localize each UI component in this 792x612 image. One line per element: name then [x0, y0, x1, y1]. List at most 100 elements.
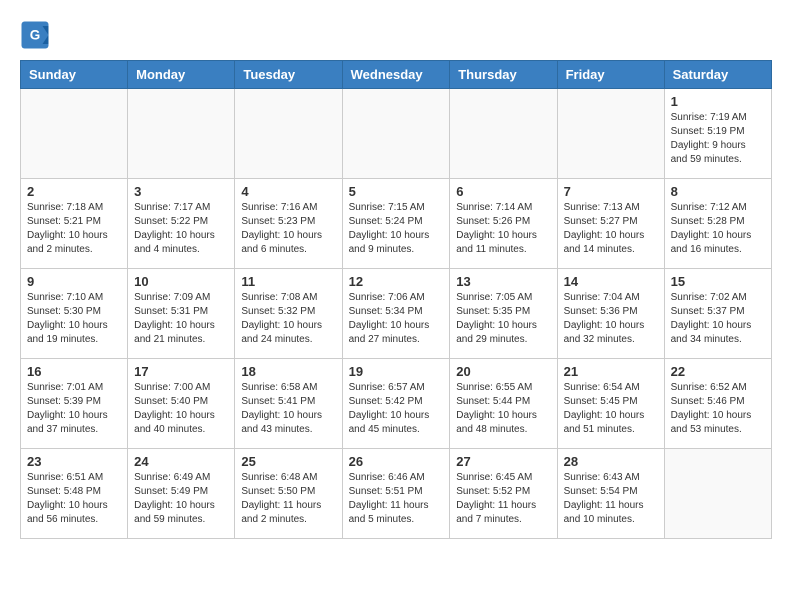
day-info: Sunrise: 6:54 AM Sunset: 5:45 PM Dayligh…: [564, 381, 658, 437]
day-info: Sunrise: 7:14 AM Sunset: 5:26 PM Dayligh…: [456, 201, 550, 257]
calendar-week-row: 23 Sunrise: 6:51 AM Sunset: 5:48 PM Dayli…: [21, 449, 772, 539]
day-of-week-header: Friday: [557, 61, 664, 89]
calendar-cell: 4 Sunrise: 7:16 AM Sunset: 5:23 PM Daylig…: [235, 179, 342, 269]
days-of-week-row: SundayMondayTuesdayWednesdayThursdayFrid…: [21, 61, 772, 89]
day-number: 3: [134, 184, 228, 199]
day-info: Sunrise: 6:48 AM Sunset: 5:50 PM Dayligh…: [241, 471, 335, 527]
day-info: Sunrise: 6:49 AM Sunset: 5:49 PM Dayligh…: [134, 471, 228, 527]
day-number: 21: [564, 364, 658, 379]
calendar-cell: 17 Sunrise: 7:00 AM Sunset: 5:40 PM Dayli…: [128, 359, 235, 449]
day-number: 18: [241, 364, 335, 379]
day-number: 23: [27, 454, 121, 469]
calendar-cell: 7Sunrise: 7:13 AM Sunset: 5:27 PM Daylig…: [557, 179, 664, 269]
calendar-body: 1 Sunrise: 7:19 AM Sunset: 5:19 PM Daylig…: [21, 89, 772, 539]
day-number: 6: [456, 184, 550, 199]
day-info: Sunrise: 7:06 AM Sunset: 5:34 PM Dayligh…: [349, 291, 444, 347]
svg-text:G: G: [30, 28, 41, 43]
day-number: 16: [27, 364, 121, 379]
calendar-cell: 13 Sunrise: 7:05 AM Sunset: 5:35 PM Dayli…: [450, 269, 557, 359]
day-number: 22: [671, 364, 765, 379]
calendar-cell: 12 Sunrise: 7:06 AM Sunset: 5:34 PM Dayli…: [342, 269, 450, 359]
calendar-cell: [450, 89, 557, 179]
day-number: 20: [456, 364, 550, 379]
day-number: 8: [671, 184, 765, 199]
day-of-week-header: Saturday: [664, 61, 771, 89]
calendar-cell: 19 Sunrise: 6:57 AM Sunset: 5:42 PM Dayli…: [342, 359, 450, 449]
calendar-cell: 9 Sunrise: 7:10 AM Sunset: 5:30 PM Daylig…: [21, 269, 128, 359]
calendar-cell: 23 Sunrise: 6:51 AM Sunset: 5:48 PM Dayli…: [21, 449, 128, 539]
calendar-week-row: 16 Sunrise: 7:01 AM Sunset: 5:39 PM Dayli…: [21, 359, 772, 449]
day-of-week-header: Thursday: [450, 61, 557, 89]
day-number: 11: [241, 274, 335, 289]
calendar-cell: 5 Sunrise: 7:15 AM Sunset: 5:24 PM Daylig…: [342, 179, 450, 269]
page-header: G: [20, 20, 772, 50]
calendar-cell: 24 Sunrise: 6:49 AM Sunset: 5:49 PM Dayli…: [128, 449, 235, 539]
day-info: Sunrise: 7:13 AM Sunset: 5:27 PM Dayligh…: [564, 201, 658, 257]
day-info: Sunrise: 7:15 AM Sunset: 5:24 PM Dayligh…: [349, 201, 444, 257]
calendar-cell: [557, 89, 664, 179]
day-info: Sunrise: 7:01 AM Sunset: 5:39 PM Dayligh…: [27, 381, 121, 437]
day-info: Sunrise: 7:02 AM Sunset: 5:37 PM Dayligh…: [671, 291, 765, 347]
calendar-cell: 11 Sunrise: 7:08 AM Sunset: 5:32 PM Dayli…: [235, 269, 342, 359]
calendar-week-row: 2Sunrise: 7:18 AM Sunset: 5:21 PM Daylig…: [21, 179, 772, 269]
calendar-cell: 1 Sunrise: 7:19 AM Sunset: 5:19 PM Daylig…: [664, 89, 771, 179]
logo: G: [20, 20, 54, 50]
day-number: 19: [349, 364, 444, 379]
day-number: 4: [241, 184, 335, 199]
day-number: 14: [564, 274, 658, 289]
calendar-cell: 8 Sunrise: 7:12 AM Sunset: 5:28 PM Daylig…: [664, 179, 771, 269]
day-info: Sunrise: 6:55 AM Sunset: 5:44 PM Dayligh…: [456, 381, 550, 437]
calendar-cell: 3 Sunrise: 7:17 AM Sunset: 5:22 PM Daylig…: [128, 179, 235, 269]
calendar-cell: 16 Sunrise: 7:01 AM Sunset: 5:39 PM Dayli…: [21, 359, 128, 449]
day-info: Sunrise: 7:09 AM Sunset: 5:31 PM Dayligh…: [134, 291, 228, 347]
calendar-week-row: 9 Sunrise: 7:10 AM Sunset: 5:30 PM Daylig…: [21, 269, 772, 359]
day-of-week-header: Sunday: [21, 61, 128, 89]
day-number: 26: [349, 454, 444, 469]
day-info: Sunrise: 6:57 AM Sunset: 5:42 PM Dayligh…: [349, 381, 444, 437]
day-info: Sunrise: 7:18 AM Sunset: 5:21 PM Dayligh…: [27, 201, 121, 257]
day-number: 24: [134, 454, 228, 469]
day-info: Sunrise: 6:46 AM Sunset: 5:51 PM Dayligh…: [349, 471, 444, 527]
day-of-week-header: Wednesday: [342, 61, 450, 89]
calendar-header: SundayMondayTuesdayWednesdayThursdayFrid…: [21, 61, 772, 89]
calendar-cell: 14 Sunrise: 7:04 AM Sunset: 5:36 PM Dayli…: [557, 269, 664, 359]
day-info: Sunrise: 7:04 AM Sunset: 5:36 PM Dayligh…: [564, 291, 658, 347]
day-number: 25: [241, 454, 335, 469]
day-info: Sunrise: 7:19 AM Sunset: 5:19 PM Dayligh…: [671, 111, 765, 167]
calendar-cell: [235, 89, 342, 179]
calendar-cell: 21 Sunrise: 6:54 AM Sunset: 5:45 PM Dayli…: [557, 359, 664, 449]
day-info: Sunrise: 7:12 AM Sunset: 5:28 PM Dayligh…: [671, 201, 765, 257]
calendar-cell: 6 Sunrise: 7:14 AM Sunset: 5:26 PM Daylig…: [450, 179, 557, 269]
calendar-cell: [128, 89, 235, 179]
day-info: Sunrise: 6:58 AM Sunset: 5:41 PM Dayligh…: [241, 381, 335, 437]
day-info: Sunrise: 7:00 AM Sunset: 5:40 PM Dayligh…: [134, 381, 228, 437]
day-number: 28: [564, 454, 658, 469]
calendar-cell: 28Sunrise: 6:43 AM Sunset: 5:54 PM Dayli…: [557, 449, 664, 539]
day-info: Sunrise: 7:16 AM Sunset: 5:23 PM Dayligh…: [241, 201, 335, 257]
day-info: Sunrise: 7:17 AM Sunset: 5:22 PM Dayligh…: [134, 201, 228, 257]
day-info: Sunrise: 7:10 AM Sunset: 5:30 PM Dayligh…: [27, 291, 121, 347]
day-of-week-header: Monday: [128, 61, 235, 89]
calendar-cell: 10 Sunrise: 7:09 AM Sunset: 5:31 PM Dayli…: [128, 269, 235, 359]
day-number: 5: [349, 184, 444, 199]
day-number: 17: [134, 364, 228, 379]
day-number: 13: [456, 274, 550, 289]
day-number: 9: [27, 274, 121, 289]
calendar-cell: 27 Sunrise: 6:45 AM Sunset: 5:52 PM Dayli…: [450, 449, 557, 539]
day-number: 27: [456, 454, 550, 469]
calendar-cell: 20 Sunrise: 6:55 AM Sunset: 5:44 PM Dayli…: [450, 359, 557, 449]
day-number: 1: [671, 94, 765, 109]
logo-icon: G: [20, 20, 50, 50]
day-number: 10: [134, 274, 228, 289]
day-info: Sunrise: 7:08 AM Sunset: 5:32 PM Dayligh…: [241, 291, 335, 347]
day-number: 15: [671, 274, 765, 289]
day-info: Sunrise: 6:51 AM Sunset: 5:48 PM Dayligh…: [27, 471, 121, 527]
calendar-cell: 15 Sunrise: 7:02 AM Sunset: 5:37 PM Dayli…: [664, 269, 771, 359]
calendar-cell: 2Sunrise: 7:18 AM Sunset: 5:21 PM Daylig…: [21, 179, 128, 269]
day-info: Sunrise: 6:45 AM Sunset: 5:52 PM Dayligh…: [456, 471, 550, 527]
day-number: 12: [349, 274, 444, 289]
calendar-cell: 25 Sunrise: 6:48 AM Sunset: 5:50 PM Dayli…: [235, 449, 342, 539]
day-info: Sunrise: 7:05 AM Sunset: 5:35 PM Dayligh…: [456, 291, 550, 347]
day-of-week-header: Tuesday: [235, 61, 342, 89]
calendar-cell: 18 Sunrise: 6:58 AM Sunset: 5:41 PM Dayli…: [235, 359, 342, 449]
